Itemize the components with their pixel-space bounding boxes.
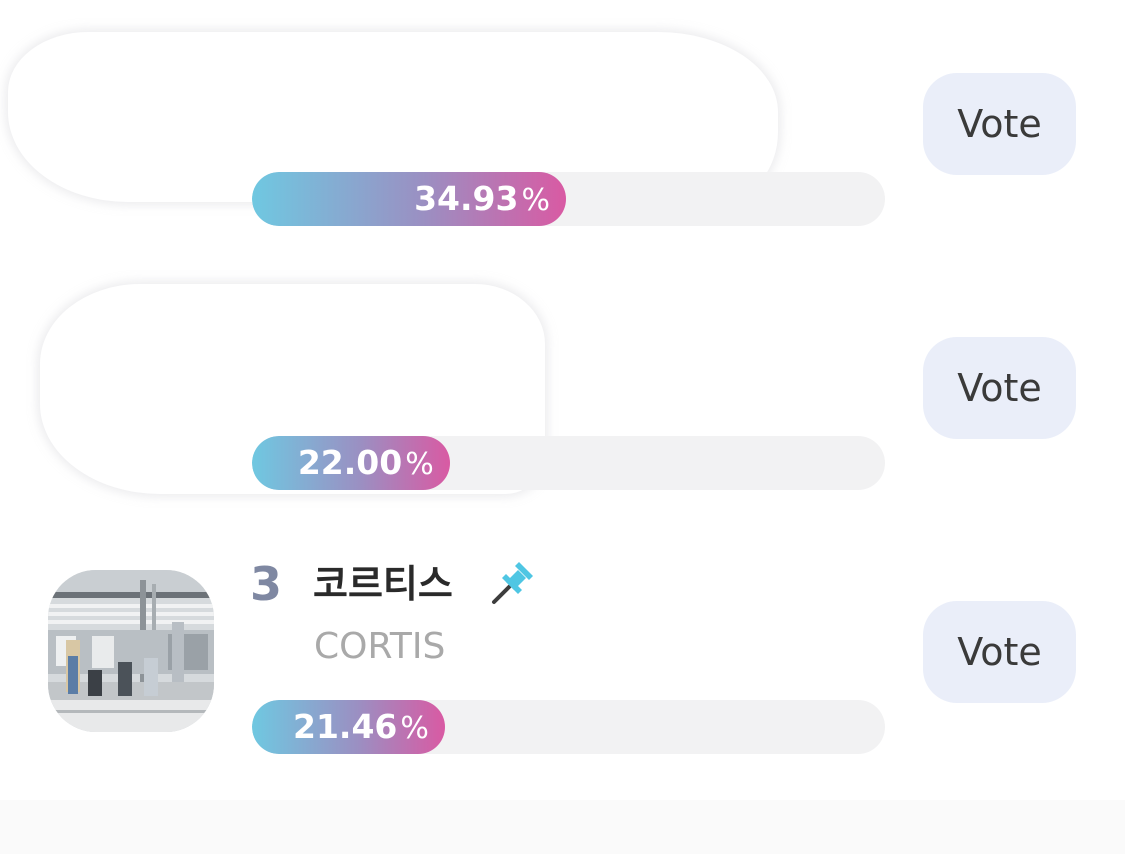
- percent-symbol: %: [521, 183, 550, 218]
- vote-percentage-value: 21.46: [292, 707, 398, 746]
- vote-progress-fill: 21.46%: [252, 700, 445, 754]
- vote-progress-fill: 22.00%: [252, 436, 450, 490]
- pin-icon: [488, 558, 538, 608]
- poll-item-3: 3 코르티스 CORTIS 21.46% Vote: [0, 528, 1125, 792]
- vote-progress-fill: 34.93%: [252, 172, 566, 226]
- vote-progress-track: 21.46%: [252, 700, 885, 754]
- vote-percentage: 22.00%: [298, 436, 434, 490]
- poll-list: 34.93% Vote 22.00% Vote 3 코르티스 CORTIS 21…: [0, 0, 1125, 854]
- poll-item-1: 34.93% Vote: [0, 0, 1125, 264]
- vote-progress-track: 34.93%: [252, 172, 885, 226]
- artist-avatar: [48, 570, 214, 732]
- poll-item-2: 22.00% Vote: [0, 264, 1125, 528]
- vote-percentage: 34.93%: [414, 172, 550, 226]
- vote-percentage: 21.46%: [293, 700, 429, 754]
- artist-name: 코르티스: [313, 562, 453, 606]
- vote-button[interactable]: Vote: [923, 601, 1076, 703]
- artist-english-name: CORTIS: [314, 626, 446, 667]
- vote-button[interactable]: Vote: [923, 337, 1076, 439]
- bottom-area: [0, 800, 1125, 854]
- vote-button[interactable]: Vote: [923, 73, 1076, 175]
- vote-percentage-value: 34.93: [414, 179, 519, 218]
- vote-progress-track: 22.00%: [252, 436, 885, 490]
- percent-symbol: %: [405, 447, 434, 482]
- vote-percentage-value: 22.00: [297, 443, 403, 482]
- percent-symbol: %: [400, 711, 429, 746]
- rank-number: 3: [250, 557, 283, 611]
